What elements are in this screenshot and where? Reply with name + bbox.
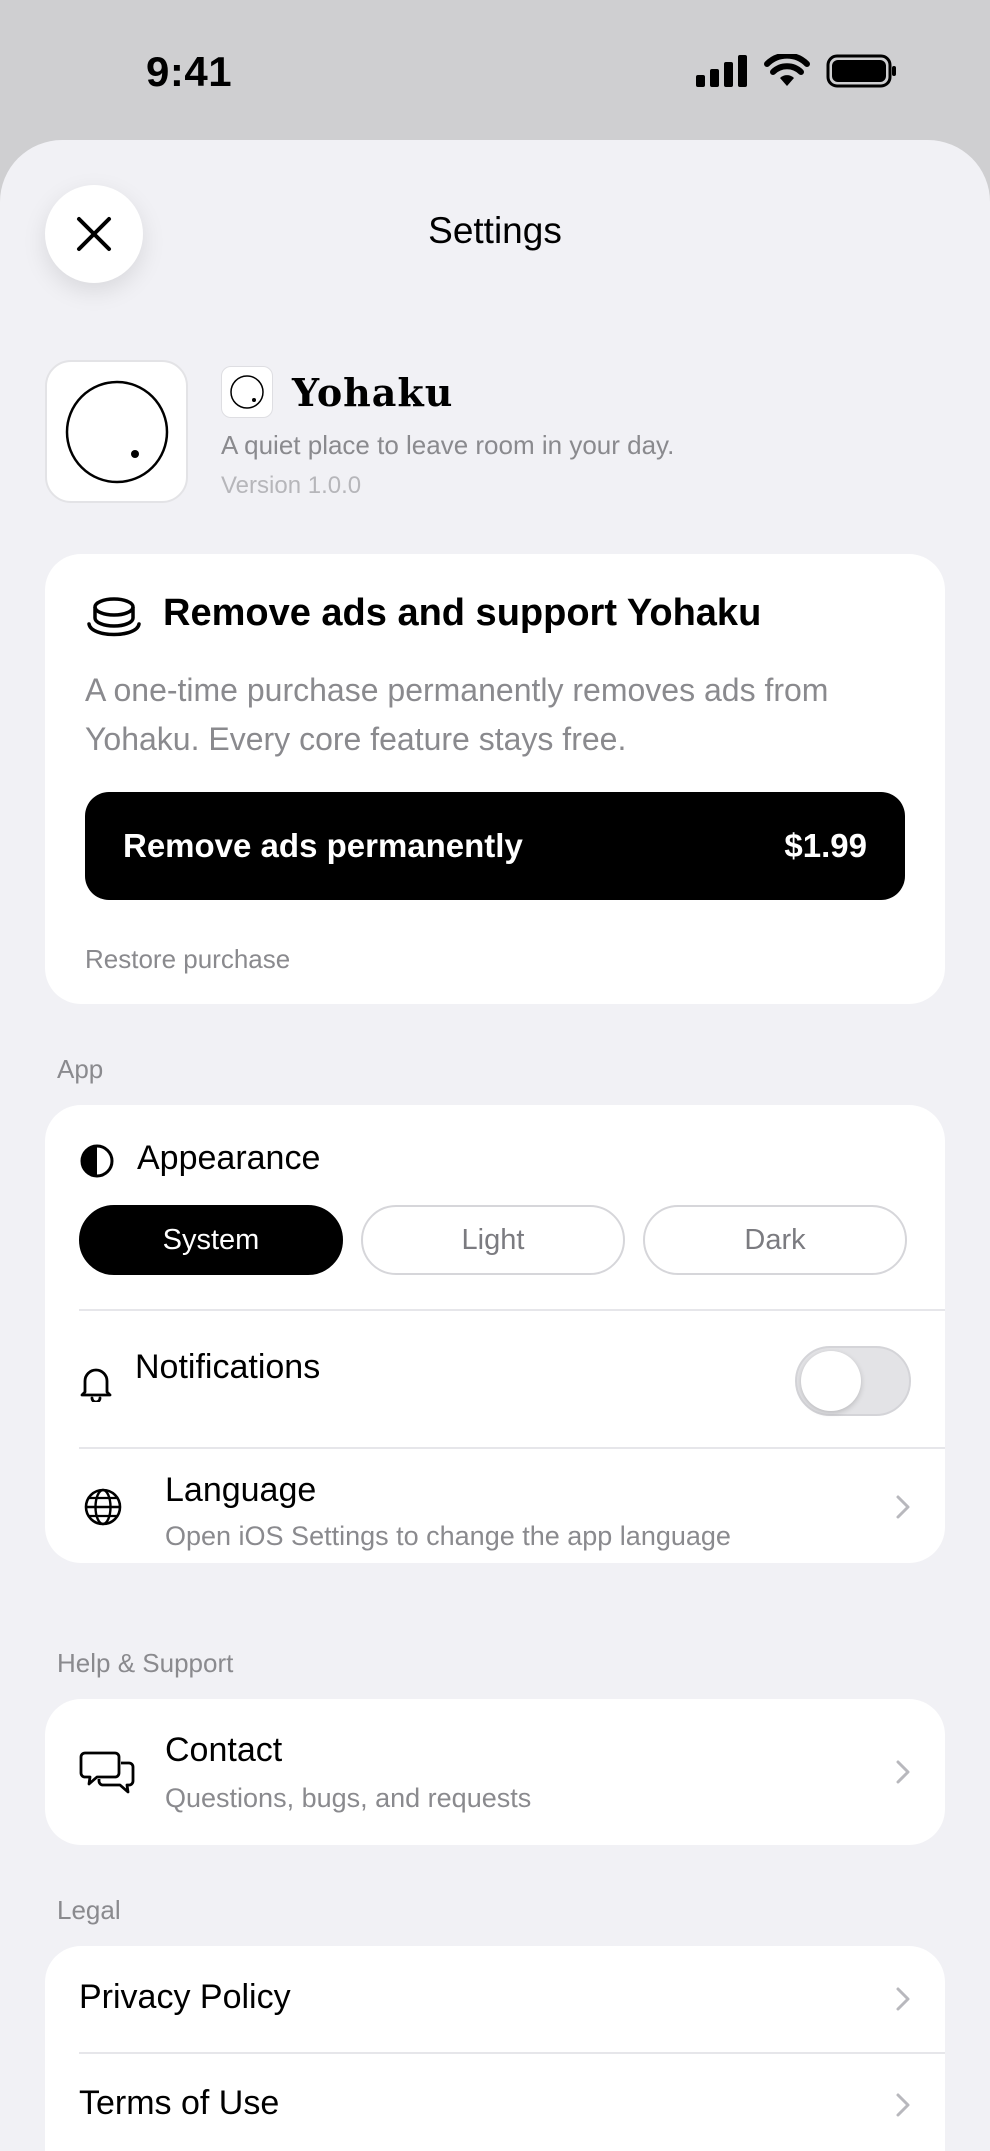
status-icons	[696, 54, 898, 88]
section-label-app: App	[57, 1054, 104, 1084]
divider	[79, 1309, 945, 1311]
appearance-option-dark[interactable]: Dark	[643, 1205, 907, 1275]
section-label-help: Help & Support	[57, 1648, 234, 1678]
app-tagline: A quiet place to leave room in your day.	[221, 430, 675, 460]
terms-of-use-label: Terms of Use	[79, 2084, 280, 2122]
appearance-label: Appearance	[137, 1139, 321, 1177]
battery-icon	[826, 54, 896, 88]
contrast-icon	[80, 1144, 114, 1178]
language-subtitle: Open iOS Settings to change the app lang…	[165, 1521, 731, 1551]
chevron-right-icon	[896, 1987, 910, 2011]
page-title: Settings	[428, 210, 562, 251]
toggle-knob	[801, 1351, 861, 1411]
appearance-segmented-control: System Light Dark	[79, 1205, 907, 1275]
chevron-right-icon	[896, 1495, 910, 1519]
chevron-right-icon	[896, 1760, 910, 1784]
remove-ads-description: A one-time purchase permanently removes …	[85, 672, 829, 757]
terms-of-use-row[interactable]: Terms of Use	[45, 2054, 945, 2151]
remove-ads-button[interactable]: Remove ads permanently $1.99	[85, 792, 905, 900]
status-bar: 9:41	[0, 0, 990, 140]
contact-row[interactable]: Contact Questions, bugs, and requests	[45, 1699, 945, 1845]
enso-circle-small-icon	[230, 375, 264, 409]
remove-ads-title: Remove ads and support Yohaku	[163, 592, 762, 634]
section-label-legal: Legal	[57, 1895, 121, 1925]
appearance-option-system[interactable]: System	[79, 1205, 343, 1275]
globe-icon	[84, 1488, 122, 1526]
status-time: 9:41	[146, 48, 233, 95]
notifications-toggle[interactable]	[795, 1346, 911, 1416]
chevron-right-icon	[896, 2093, 910, 2117]
coffee-cup-icon	[87, 597, 141, 637]
notifications-label: Notifications	[135, 1348, 321, 1386]
remove-ads-price: $1.99	[784, 827, 867, 864]
settings-sheet: Settings Yohaku A quiet place to leave r…	[0, 140, 990, 2151]
app-version: Version 1.0.0	[221, 472, 362, 499]
contact-title: Contact	[165, 1731, 283, 1769]
app-logo-small	[221, 366, 273, 418]
app-logo-large	[45, 360, 188, 503]
restore-purchase-link[interactable]: Restore purchase	[85, 944, 290, 975]
appearance-option-light[interactable]: Light	[361, 1205, 625, 1275]
app-settings-card: Appearance System Light Dark Notificatio…	[45, 1105, 945, 1563]
app-name: Yohaku	[292, 370, 454, 415]
remove-ads-button-label: Remove ads permanently	[123, 827, 523, 864]
cellular-signal-icon	[696, 55, 747, 87]
remove-ads-card: Remove ads and support Yohaku A one-time…	[45, 554, 945, 1004]
privacy-policy-label: Privacy Policy	[79, 1978, 291, 2016]
chat-bubbles-icon	[79, 1751, 135, 1794]
privacy-policy-row[interactable]: Privacy Policy	[45, 1946, 945, 2052]
bell-icon	[80, 1368, 112, 1402]
app-info: Yohaku A quiet place to leave room in yo…	[45, 360, 945, 505]
language-row[interactable]: Language Open iOS Settings to change the…	[45, 1449, 945, 1563]
legal-card: Privacy Policy Terms of Use	[45, 1946, 945, 2151]
enso-circle-icon	[65, 380, 168, 483]
language-title: Language	[165, 1471, 317, 1509]
contact-subtitle: Questions, bugs, and requests	[165, 1783, 532, 1813]
wifi-icon	[764, 54, 810, 86]
